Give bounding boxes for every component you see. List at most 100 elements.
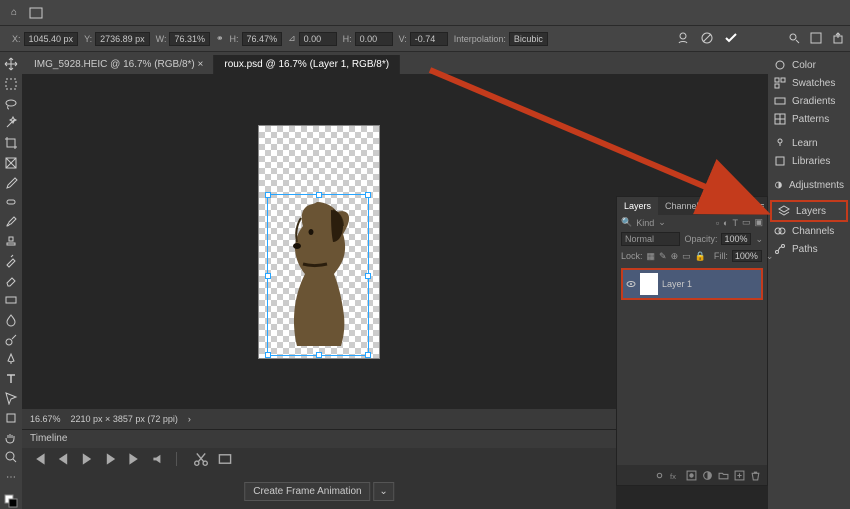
commit-icon[interactable]	[724, 31, 738, 47]
chevron-down-icon[interactable]: ⌄	[755, 234, 763, 245]
stamp-tool-icon[interactable]	[2, 233, 20, 250]
panel-patterns[interactable]: Patterns	[768, 110, 850, 128]
layer-item[interactable]: Layer 1	[621, 268, 763, 300]
brush-tool-icon[interactable]	[2, 213, 20, 230]
cut-icon[interactable]	[194, 452, 208, 466]
tab-paths[interactable]: Paths	[710, 197, 747, 215]
filter-pixel-icon[interactable]: ▫	[716, 218, 719, 228]
dodge-tool-icon[interactable]	[2, 331, 20, 348]
x-field[interactable]: 1045.40 px	[24, 32, 79, 46]
panel-swatches[interactable]: Swatches	[768, 74, 850, 92]
filter-adjust-icon[interactable]: ◐	[723, 218, 728, 228]
panel-gradients[interactable]: Gradients	[768, 92, 850, 110]
panel-libraries[interactable]: Libraries	[768, 152, 850, 170]
doc-info[interactable]: 2210 px × 3857 px (72 ppi)	[71, 414, 178, 424]
eraser-tool-icon[interactable]	[2, 272, 20, 289]
play-icon[interactable]	[80, 452, 94, 466]
zoom-level[interactable]: 16.67%	[30, 414, 61, 424]
lock-brush-icon[interactable]: ✎	[659, 251, 667, 262]
doctab-inactive[interactable]: IMG_5928.HEIC @ 16.7% (RGB/8*) ×	[24, 55, 214, 74]
filter-smart-icon[interactable]: ▣	[754, 217, 763, 228]
opacity-field[interactable]	[721, 233, 751, 245]
panel-menu-icon[interactable]: »≡	[747, 197, 771, 215]
transition-icon[interactable]	[218, 452, 232, 466]
panel-paths[interactable]: Paths	[768, 240, 850, 258]
panel-channels[interactable]: Channels	[768, 222, 850, 240]
last-frame-icon[interactable]	[128, 452, 142, 466]
share-icon[interactable]	[832, 32, 844, 46]
next-frame-icon[interactable]	[104, 452, 118, 466]
artboard-icon[interactable]	[676, 31, 690, 47]
lock-all-icon[interactable]: 🔒	[695, 251, 706, 262]
lock-transparent-icon[interactable]: ▦	[647, 251, 656, 262]
fill-field[interactable]	[732, 250, 762, 262]
lasso-tool-icon[interactable]	[2, 95, 20, 112]
blend-mode-dropdown[interactable]: Normal	[621, 232, 680, 246]
transform-bounds[interactable]	[267, 194, 369, 356]
fx-icon[interactable]: fx	[670, 470, 681, 481]
panel-layers[interactable]: Layers	[770, 200, 848, 222]
shape-tool-icon[interactable]	[2, 410, 20, 427]
type-tool-icon[interactable]	[2, 371, 20, 388]
chevron-down-icon[interactable]: ⌄	[766, 251, 774, 262]
panel-color[interactable]: Color	[768, 56, 850, 74]
w-field[interactable]: 76.31%	[169, 32, 210, 46]
view-icon[interactable]	[28, 5, 44, 21]
frame-tool-icon[interactable]	[2, 154, 20, 171]
lock-position-icon[interactable]: ⊕	[671, 251, 679, 262]
panel-learn[interactable]: Learn	[768, 134, 850, 152]
canvas-area[interactable]	[22, 74, 616, 409]
visibility-icon[interactable]	[626, 279, 636, 289]
marquee-tool-icon[interactable]	[2, 76, 20, 93]
gradient-tool-icon[interactable]	[2, 292, 20, 309]
new-layer-icon[interactable]	[734, 470, 745, 481]
workspace-icon[interactable]	[810, 32, 822, 46]
history-brush-tool-icon[interactable]	[2, 253, 20, 270]
hand-tool-icon[interactable]	[2, 429, 20, 446]
interp-field[interactable]: Bicubic	[509, 32, 548, 46]
prev-frame-icon[interactable]	[56, 452, 70, 466]
heal-tool-icon[interactable]	[2, 194, 20, 211]
link-icon[interactable]: ⚭	[216, 33, 224, 44]
shear-v-field[interactable]: -0.74	[410, 32, 448, 46]
search-icon[interactable]	[788, 32, 800, 46]
first-frame-icon[interactable]	[32, 452, 46, 466]
zoom-tool-icon[interactable]	[2, 449, 20, 466]
blur-tool-icon[interactable]	[2, 312, 20, 329]
tab-channels[interactable]: Channels	[658, 197, 710, 215]
h-field[interactable]: 76.47%	[242, 32, 283, 46]
delete-icon[interactable]	[750, 470, 761, 481]
shear-h-field[interactable]: 0.00	[355, 32, 393, 46]
mask-icon[interactable]	[686, 470, 697, 481]
angle-field[interactable]: 0.00	[299, 32, 337, 46]
doctab-active[interactable]: roux.psd @ 16.7% (Layer 1, RGB/8*)	[214, 55, 400, 74]
color-swatches-icon[interactable]	[2, 492, 20, 509]
eyedropper-tool-icon[interactable]	[2, 174, 20, 191]
y-field[interactable]: 2736.89 px	[95, 32, 150, 46]
layer-name[interactable]: Layer 1	[662, 279, 692, 289]
kind-dropdown-icon[interactable]: ⌄	[658, 217, 666, 228]
chevron-right-icon[interactable]: ›	[188, 414, 191, 424]
lock-artboard-icon[interactable]: ▭	[682, 251, 691, 262]
adjustment-layer-icon[interactable]	[702, 470, 713, 481]
path-tool-icon[interactable]	[2, 390, 20, 407]
pen-tool-icon[interactable]	[2, 351, 20, 368]
home-icon[interactable]: ⌂	[6, 5, 22, 21]
cancel-icon[interactable]	[700, 31, 714, 47]
group-icon[interactable]	[718, 470, 729, 481]
link-layers-icon[interactable]	[654, 470, 665, 481]
filter-search-icon[interactable]: 🔍	[621, 217, 632, 228]
timeline-title[interactable]: Timeline	[22, 430, 616, 448]
create-frame-animation-dropdown[interactable]: ⌄	[373, 482, 393, 501]
tab-layers[interactable]: Layers	[617, 197, 658, 215]
filter-type-icon[interactable]: T	[732, 218, 738, 228]
panel-adjustments[interactable]: Adjustments	[768, 176, 850, 194]
more-tools-icon[interactable]: ⋯	[2, 469, 20, 486]
audio-icon[interactable]	[152, 452, 166, 466]
crop-tool-icon[interactable]	[2, 135, 20, 152]
create-frame-animation-button[interactable]: Create Frame Animation	[244, 482, 370, 501]
document-canvas[interactable]	[259, 126, 379, 358]
move-tool-icon[interactable]	[2, 56, 20, 73]
wand-tool-icon[interactable]	[2, 115, 20, 132]
filter-shape-icon[interactable]: ▭	[742, 217, 751, 228]
